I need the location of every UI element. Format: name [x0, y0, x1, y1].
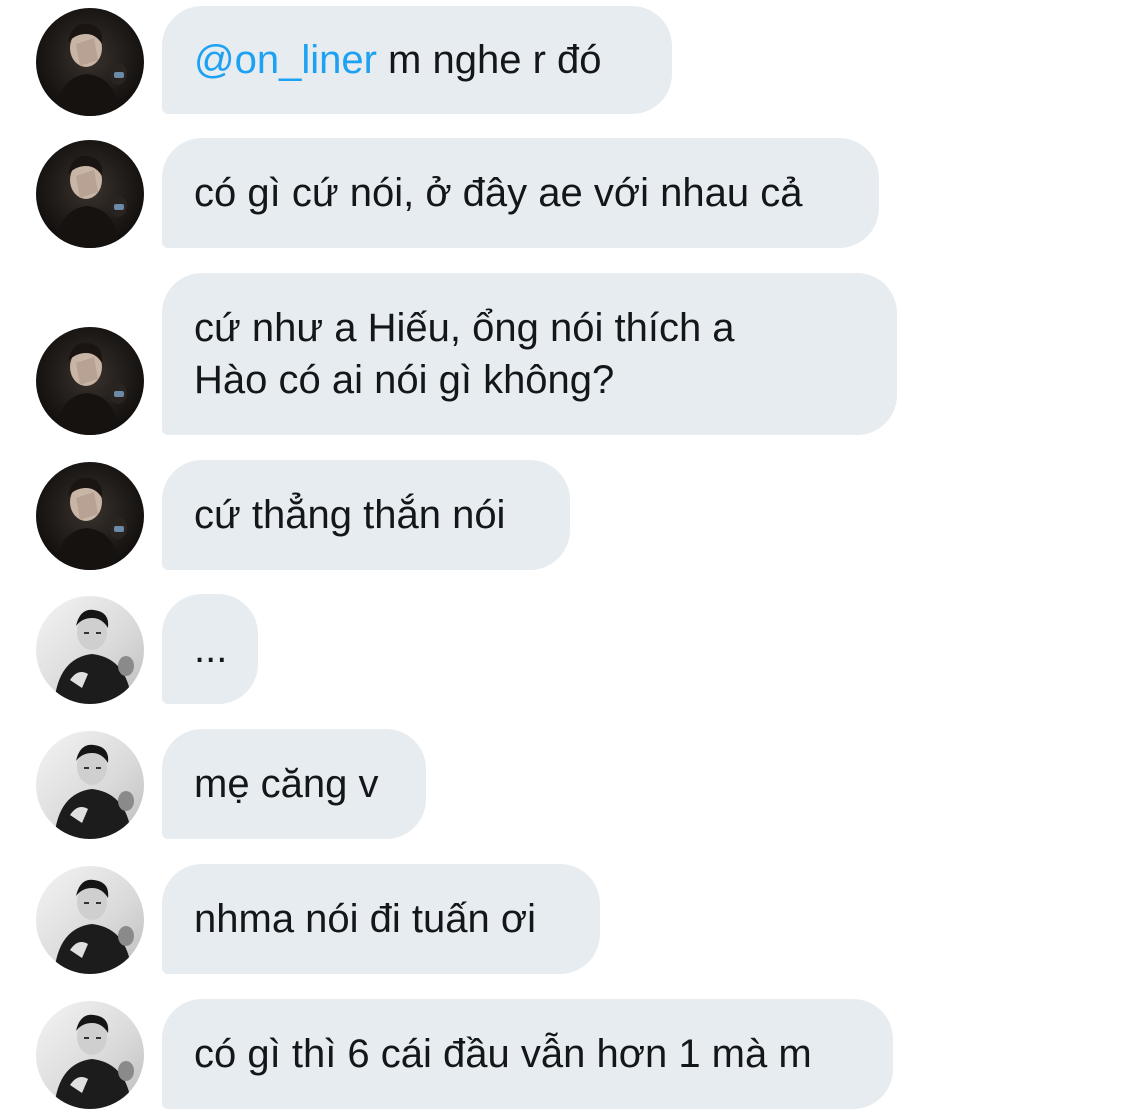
- profile-photo-bw-icon[interactable]: [36, 1001, 144, 1109]
- profile-photo-bw-icon[interactable]: [36, 731, 144, 839]
- profile-photo-dark-icon[interactable]: [36, 8, 144, 116]
- message-bubble[interactable]: cứ thẳng thắn nói: [162, 460, 570, 570]
- chat-message: có gì cứ nói, ở đây ae với nhau cả: [0, 138, 1125, 248]
- chat-message: cứ thẳng thắn nói: [0, 460, 1125, 570]
- message-text: ...: [194, 627, 228, 671]
- message-text: cứ thẳng thắn nói: [194, 493, 506, 537]
- message-text-line: cứ như a Hiếu, ổng nói thích a: [194, 306, 735, 350]
- profile-photo-dark-icon[interactable]: [36, 140, 144, 248]
- chat-message: mẹ căng v: [0, 729, 1125, 839]
- chat-message: cứ như a Hiếu, ổng nói thích a Hào có ai…: [0, 273, 1125, 435]
- message-bubble[interactable]: mẹ căng v: [162, 729, 426, 839]
- message-text: nhma nói đi tuấn ơi: [194, 897, 536, 941]
- user-mention-link[interactable]: @on_liner: [194, 38, 377, 82]
- chat-message: @on_liner m nghe r đó: [0, 6, 1125, 114]
- message-text: có gì thì 6 cái đầu vẫn hơn 1 mà m: [194, 1032, 812, 1076]
- chat-message: có gì thì 6 cái đầu vẫn hơn 1 mà m: [0, 999, 1125, 1109]
- profile-photo-bw-icon[interactable]: [36, 596, 144, 704]
- message-bubble[interactable]: cứ như a Hiếu, ổng nói thích a Hào có ai…: [162, 273, 897, 435]
- message-bubble[interactable]: ...: [162, 594, 258, 704]
- message-text: cứ như a Hiếu, ổng nói thích a Hào có ai…: [194, 302, 735, 406]
- profile-photo-bw-icon[interactable]: [36, 866, 144, 974]
- message-text: mẹ căng v: [194, 762, 379, 806]
- message-text: @on_liner m nghe r đó: [194, 34, 602, 86]
- message-text-body: m nghe r đó: [376, 38, 602, 82]
- message-bubble[interactable]: @on_liner m nghe r đó: [162, 6, 672, 114]
- message-text-line: Hào có ai nói gì không?: [194, 358, 615, 402]
- message-bubble[interactable]: có gì thì 6 cái đầu vẫn hơn 1 mà m: [162, 999, 893, 1109]
- message-bubble[interactable]: có gì cứ nói, ở đây ae với nhau cả: [162, 138, 879, 248]
- message-bubble[interactable]: nhma nói đi tuấn ơi: [162, 864, 600, 974]
- profile-photo-dark-icon[interactable]: [36, 327, 144, 435]
- profile-photo-dark-icon[interactable]: [36, 462, 144, 570]
- message-text: có gì cứ nói, ở đây ae với nhau cả: [194, 171, 803, 215]
- chat-message: nhma nói đi tuấn ơi: [0, 864, 1125, 974]
- chat-message: ...: [0, 594, 1125, 704]
